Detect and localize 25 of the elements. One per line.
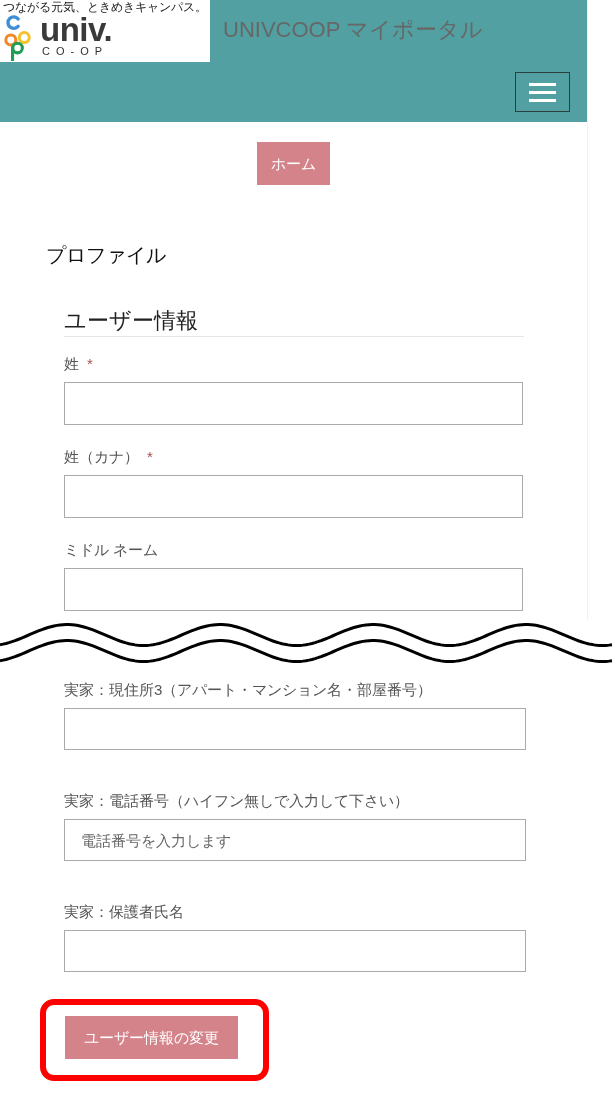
site-title: UNIVCOOP マイポータル xyxy=(223,16,484,44)
menu-icon xyxy=(529,82,556,102)
required-mark: * xyxy=(87,354,93,374)
menu-button[interactable] xyxy=(515,72,570,112)
field-label: 姓（カナ） xyxy=(64,447,139,467)
home-button[interactable]: ホーム xyxy=(257,142,330,185)
section-title: ユーザー情報 xyxy=(64,307,198,335)
field-label: ミドル ネーム xyxy=(64,540,159,560)
page-title: プロファイル xyxy=(46,243,166,268)
input-field[interactable] xyxy=(64,475,523,518)
input-field[interactable] xyxy=(64,568,523,611)
logo-tagline: つながる元気、ときめきキャンパス。 xyxy=(3,0,207,14)
logo-wordmark: univ. xyxy=(40,15,113,45)
input-field[interactable]: 電話番号を入力します xyxy=(64,819,526,861)
field-label: 姓 xyxy=(64,354,79,374)
field-label: 実家：電話番号（ハイフン無しで入力して下さい） xyxy=(64,791,409,811)
field-label: 実家：保護者氏名 xyxy=(64,902,184,922)
logo-subtitle: CO-OP xyxy=(42,45,109,57)
input-field[interactable] xyxy=(64,708,526,750)
input-field[interactable] xyxy=(64,382,523,425)
field-label: 実家：現住所3（アパート・マンション名・部屋番号） xyxy=(64,680,433,700)
input-field[interactable] xyxy=(64,930,526,972)
submit-button[interactable]: ユーザー情報の変更 xyxy=(65,1016,238,1059)
circles-logo-icon xyxy=(3,14,34,62)
required-mark: * xyxy=(147,447,153,467)
